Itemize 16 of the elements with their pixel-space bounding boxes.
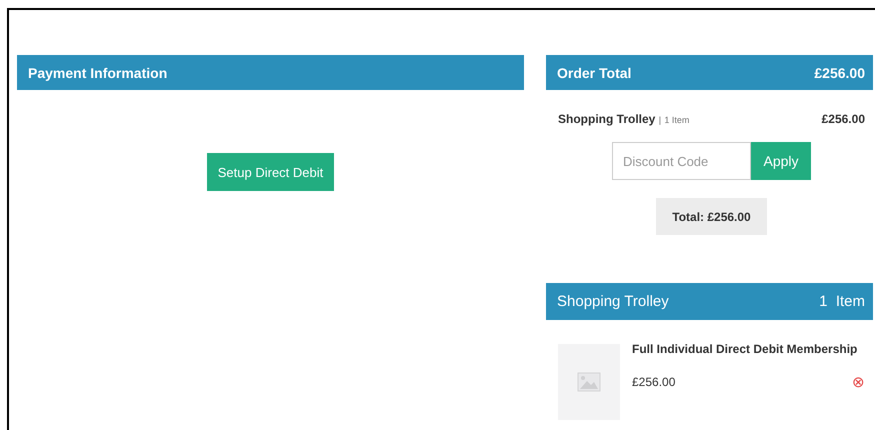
panel-title: Payment Information: [28, 64, 168, 80]
total-amount: Total: £256.00: [656, 198, 767, 235]
panel-title: Shopping Trolley: [557, 293, 669, 310]
discount-code-field[interactable]: Discount Code: [612, 142, 751, 180]
trolley-amount: £256.00: [822, 112, 865, 126]
product-price: £256.00: [632, 375, 676, 389]
order-amount: £256.00: [814, 64, 865, 80]
remove-button[interactable]: ⊗: [852, 373, 865, 391]
product-name: Full Individual Direct Debit Membership: [632, 342, 858, 356]
apply-button[interactable]: Apply: [751, 142, 811, 180]
separator: |: [658, 115, 662, 125]
trolley-label: Shopping Trolley: [558, 112, 656, 126]
setup-direct-debit-button[interactable]: Setup Direct Debit: [207, 153, 334, 191]
item-count: 1 Item: [819, 293, 865, 310]
item-count: 1 Item: [664, 115, 690, 125]
panel-title: Order Total: [557, 64, 632, 80]
